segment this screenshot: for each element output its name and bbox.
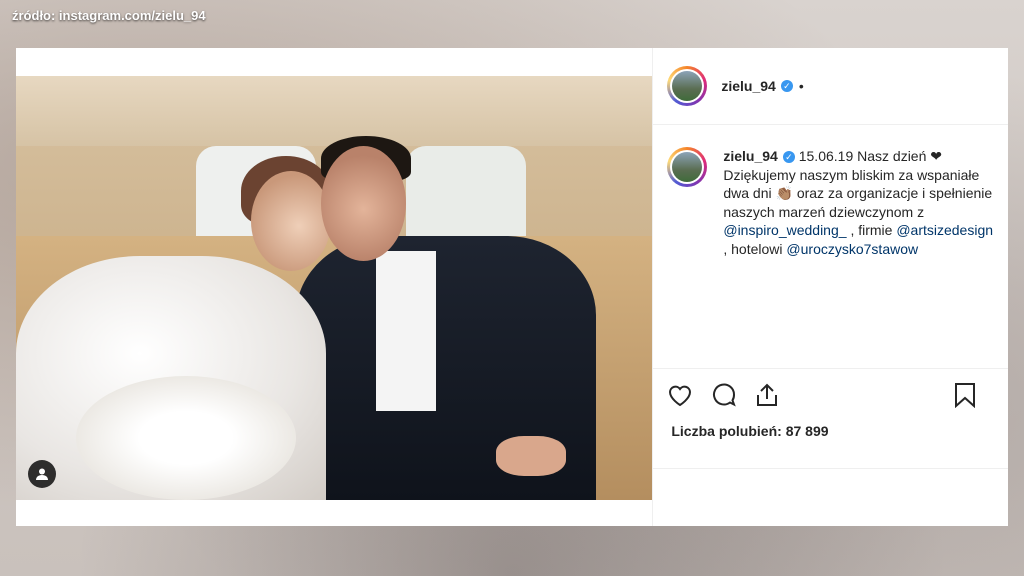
post-actions: Liczba polubień: 87 899 xyxy=(653,368,1009,439)
groom-hand xyxy=(496,436,566,476)
heart-icon[interactable] xyxy=(667,383,693,412)
post-header: zielu_94 ✓ • xyxy=(653,48,1008,125)
caption-part3: , firmie xyxy=(850,222,893,238)
car-window-right xyxy=(406,146,526,236)
header-username[interactable]: zielu_94 xyxy=(721,78,775,94)
mention-link[interactable]: @artsizedesign xyxy=(896,222,993,238)
caption-text: zielu_94 ✓ 15.06.19 Nasz dzień ❤ Dziękuje… xyxy=(723,147,994,258)
post-sidebar: zielu_94 ✓ • zielu_94 ✓ 15.06.19 Nasz dzi… xyxy=(652,48,1009,526)
likes-count[interactable]: Liczba polubień: 87 899 xyxy=(653,413,1008,439)
caption-avatar[interactable] xyxy=(667,147,708,187)
bride-face xyxy=(251,171,331,271)
wedding-photo[interactable] xyxy=(16,76,653,500)
caption-comment: zielu_94 ✓ 15.06.19 Nasz dzień ❤ Dziękuje… xyxy=(653,125,1008,258)
mention-link[interactable]: @inspiro_wedding_ xyxy=(723,222,846,238)
avatar[interactable] xyxy=(667,66,708,106)
share-icon[interactable] xyxy=(755,382,779,413)
comment-area-divider xyxy=(653,468,1009,469)
tag-user-icon[interactable] xyxy=(28,460,56,488)
verified-icon: ✓ xyxy=(782,151,795,164)
groom-shirt xyxy=(376,251,436,411)
flower-bouquet xyxy=(76,376,296,500)
post-media xyxy=(16,48,653,526)
header-dot: • xyxy=(798,78,804,94)
caption-part4: , hotelowi xyxy=(723,240,783,257)
source-caption: źródło: instagram.com/zielu_94 xyxy=(12,8,206,23)
mention-link[interactable]: @uroczysko7stawow xyxy=(786,241,918,257)
caption-username[interactable]: zielu_94 xyxy=(723,148,777,164)
comment-icon[interactable] xyxy=(711,382,737,413)
action-icons xyxy=(653,369,1008,413)
avatar-image xyxy=(672,152,703,182)
instagram-post-card: zielu_94 ✓ • zielu_94 ✓ 15.06.19 Nasz dzi… xyxy=(16,48,1009,526)
verified-icon: ✓ xyxy=(780,80,793,92)
caption-part1: 15.06.19 Nasz dzień ❤ xyxy=(798,148,942,164)
avatar-image xyxy=(672,71,703,101)
bookmark-icon[interactable] xyxy=(954,382,976,413)
caption-part2: Dziękujemy naszym bliskim za wspaniałe d… xyxy=(723,166,993,220)
car-ceiling xyxy=(16,76,653,146)
groom-face xyxy=(321,146,406,261)
